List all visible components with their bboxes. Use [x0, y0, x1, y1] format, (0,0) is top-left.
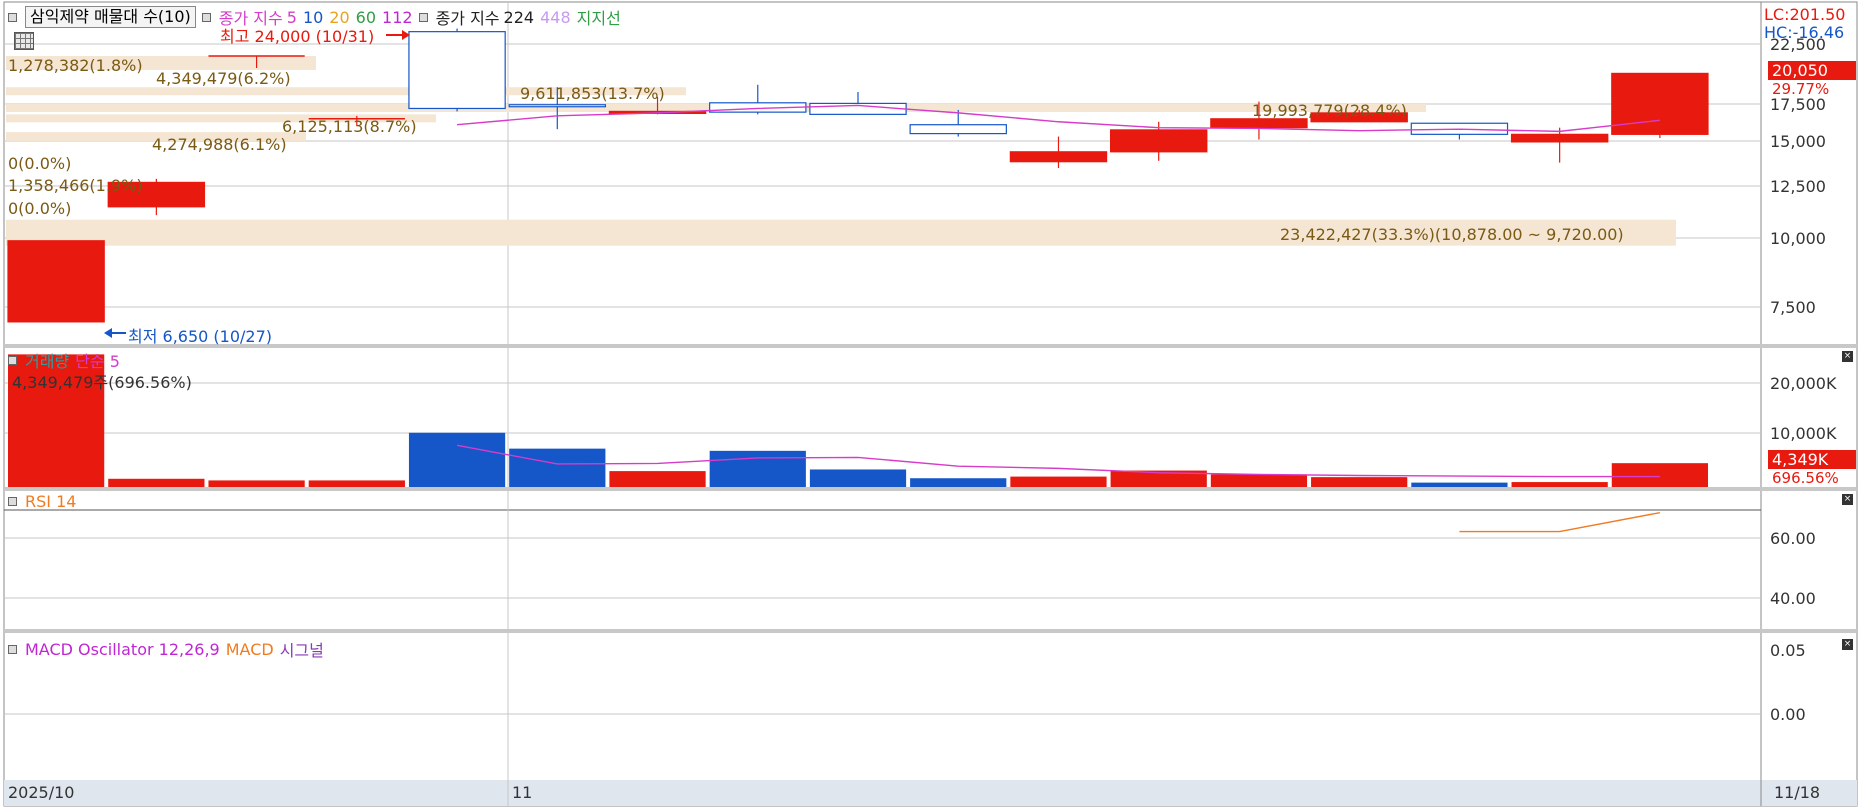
price-tick: 15,000: [1770, 132, 1826, 151]
candle-body: [1611, 72, 1709, 135]
last-ratio-tag: 696.56%: [1772, 469, 1839, 487]
volume-bar: [1311, 477, 1408, 487]
legend-toggle-icon[interactable]: [418, 12, 428, 22]
candle-body: [508, 104, 607, 108]
volume-tick: 20,000K: [1770, 374, 1837, 393]
volume-profile-label: 1,278,382(1.8%): [8, 56, 143, 75]
close-rsi-panel-icon[interactable]: ×: [1842, 494, 1853, 505]
ma2-period-224[interactable]: 224: [504, 8, 535, 27]
rsi-tick: 40.00: [1770, 589, 1816, 608]
volume-bar: [709, 450, 806, 487]
support-line-legend[interactable]: 지지선: [577, 5, 621, 29]
volume-bar: [1511, 482, 1608, 487]
x-axis-bar: [4, 780, 1857, 806]
volume-bar: [1210, 474, 1308, 487]
macd-legend: MACD Oscillator 12,26,9 MACD 시그널: [8, 637, 324, 661]
macd-legend[interactable]: MACD: [226, 640, 274, 659]
candle-body: [909, 124, 1007, 135]
last-change-tag: 29.77%: [1772, 80, 1829, 98]
legend-toggle-icon[interactable]: [8, 12, 17, 22]
volume-profile-label: 0(0.0%): [8, 199, 72, 218]
separator-price-volume: [4, 344, 1857, 348]
volume-profile-label: 4,349,479(6.2%): [156, 69, 291, 88]
volume-profile-label: 0(0.0%): [8, 154, 72, 173]
candle-body: [7, 240, 105, 323]
low-marker-label: 최저 6,650 (10/27): [128, 327, 273, 346]
volume-bar: [1411, 482, 1508, 487]
macd-osc-legend[interactable]: MACD Oscillator 12,26,9: [25, 640, 220, 659]
macd-tick: 0.05: [1770, 641, 1806, 660]
table-view-icon[interactable]: [14, 32, 34, 50]
stock-chart-frame: 22,500 17,500 15,000 12,500 10,000 7,500…: [3, 1, 1858, 807]
volume-profile-label: 6,125,113(8.7%): [282, 117, 417, 136]
volume-bar: [609, 471, 706, 487]
volume-profile-label: 9,611,853(13.7%): [520, 84, 665, 103]
x-axis-label-month: 11: [512, 783, 532, 802]
close-macd-panel-icon[interactable]: ×: [1842, 639, 1853, 650]
volume-bar: [408, 432, 506, 487]
legend-toggle-icon[interactable]: [8, 497, 17, 506]
volume-top-note: 4,349,479주(696.56%): [12, 373, 192, 392]
legend-toggle-icon[interactable]: [201, 12, 211, 22]
candle-body: [1510, 133, 1609, 143]
last-volume-tag: 4,349K: [1772, 450, 1829, 469]
chart-title-box[interactable]: 삼익제약 매물대 수(10): [25, 6, 196, 28]
price-tick: 12,500: [1770, 177, 1826, 196]
close-volume-panel-icon[interactable]: ×: [1842, 351, 1853, 362]
lc-label: LC:201.50: [1764, 5, 1846, 24]
volume-bar: [208, 480, 305, 487]
last-price-tag: 20,050: [1772, 61, 1828, 80]
volume-profile-label: 23,422,427(33.3%)(10,878.00 ~ 9,720.00): [1280, 225, 1624, 244]
separator-volume-rsi: [4, 487, 1857, 491]
candle-body: [1109, 129, 1208, 153]
volume-bar: [108, 478, 205, 487]
rsi-legend-label[interactable]: RSI 14: [25, 492, 76, 511]
volume-bar: [910, 478, 1007, 487]
legend-toggle-icon[interactable]: [8, 355, 17, 365]
candle-body: [1009, 151, 1108, 163]
volume-profile-label: 19,993,779(28.4%): [1252, 101, 1407, 120]
legend-toggle-icon[interactable]: [8, 644, 17, 654]
volume-profile-label: 4,274,988(6.1%): [152, 135, 287, 154]
volume-bar: [509, 448, 606, 487]
separator-rsi-macd: [4, 629, 1857, 633]
macd-signal-legend[interactable]: 시그널: [280, 637, 324, 661]
macd-tick: 0.00: [1770, 705, 1806, 724]
volume-bar: [1010, 476, 1107, 487]
ma2-period-448[interactable]: 448: [540, 8, 571, 27]
x-axis-label-end: 11/18: [1774, 783, 1820, 802]
ma2-legend-label[interactable]: 종가 지수: [436, 5, 500, 29]
x-axis-label-start: 2025/10: [8, 783, 74, 802]
volume-bar: [1611, 463, 1708, 487]
candle-body: [408, 31, 506, 110]
volume-profile-label: 1,358,466(1.9%): [8, 176, 143, 195]
hc-label: HC:-16.46: [1764, 23, 1845, 42]
volume-bar: [809, 469, 907, 487]
ma-period-112[interactable]: 112: [382, 8, 413, 27]
price-tick: 10,000: [1770, 229, 1826, 248]
rsi-tick: 60.00: [1770, 529, 1816, 548]
volume-tick: 10,000K: [1770, 424, 1837, 443]
volume-bar: [308, 480, 405, 487]
price-tick: 7,500: [1770, 298, 1816, 317]
high-marker-label: 최고 24,000 (10/31): [220, 27, 375, 46]
rsi-legend: RSI 14: [8, 492, 76, 511]
